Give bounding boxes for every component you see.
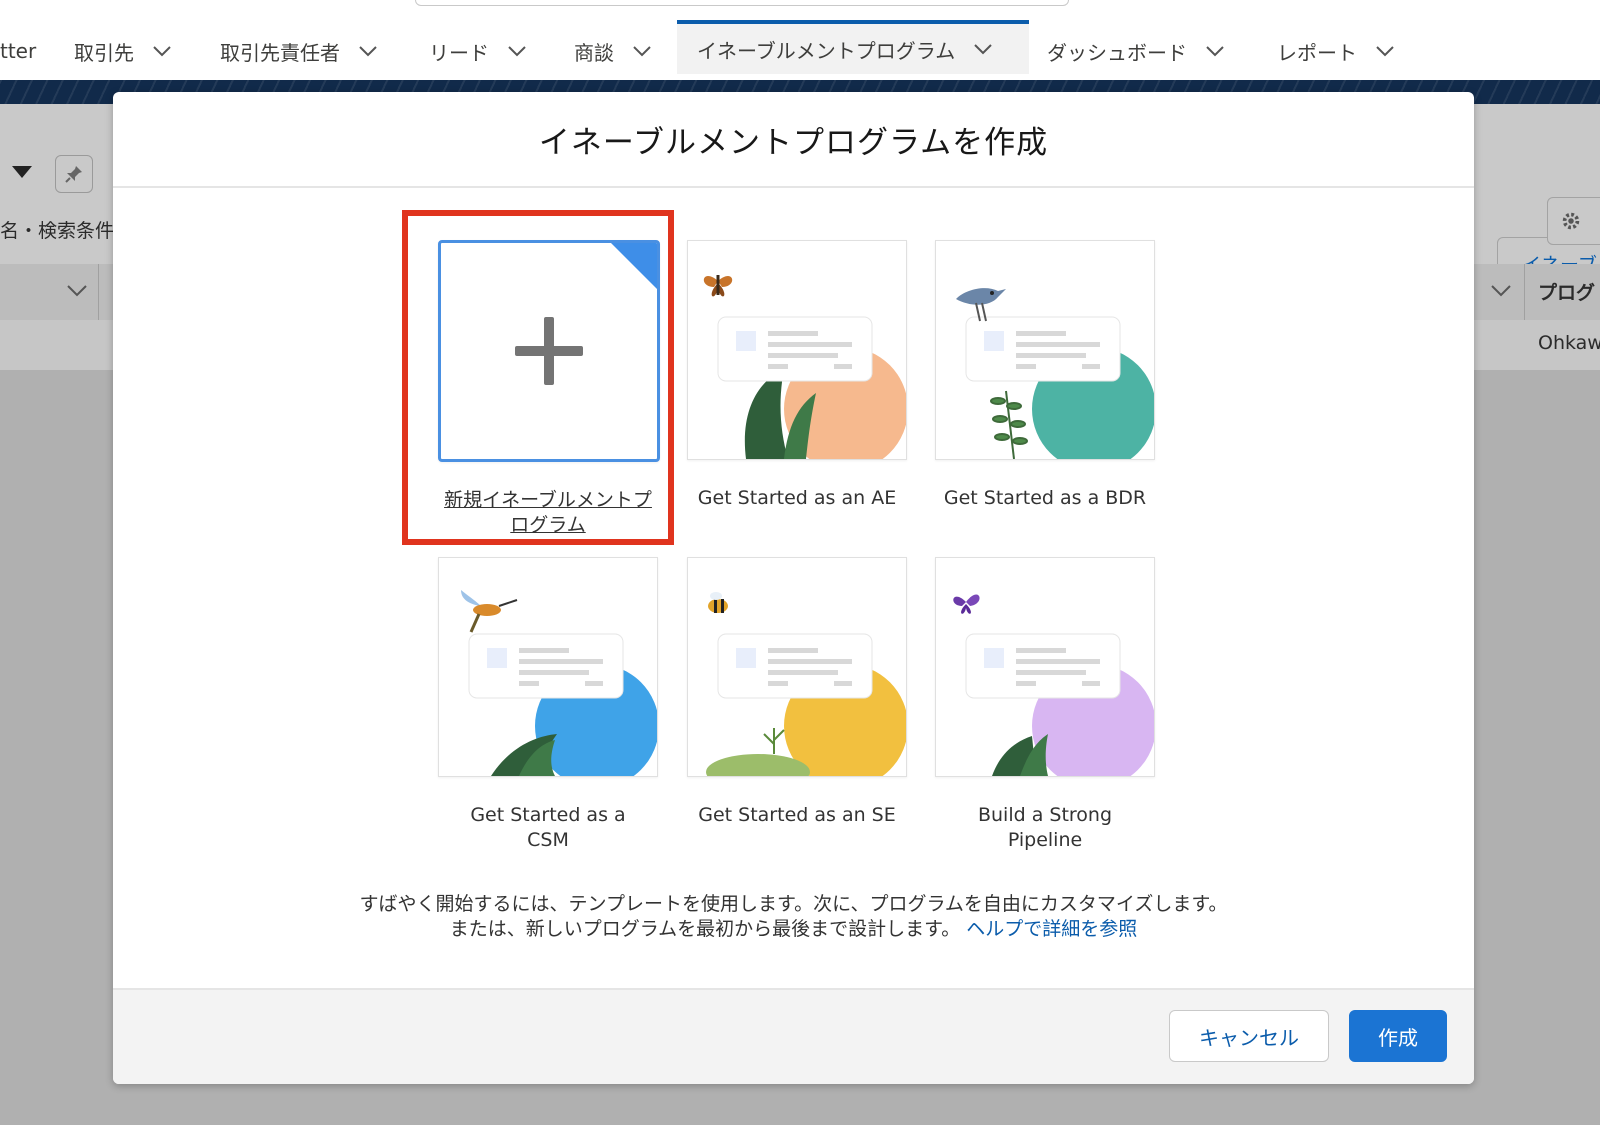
moth-illustration (703, 275, 906, 459)
tile-template-ae[interactable]: Get Started as an AE (687, 240, 907, 511)
chevron-down-icon[interactable] (152, 45, 172, 57)
list-view-hint: 名・検索条件 (0, 220, 115, 242)
create-program-modal: イネーブルメントプログラムを作成 新規イネーブルメントプログラム Get Sta… (113, 92, 1474, 1084)
tile-card[interactable] (935, 240, 1155, 460)
help-line-1: すばやく開始するには、テンプレートを使用します。次に、プログラムを自由にカスタマ… (359, 893, 1228, 915)
nav-item-label: ダッシュボード (1047, 40, 1187, 65)
help-line-2-container: または、新しいプログラムを最初から最後まで設計します。 ヘルプで詳細を参照 (113, 917, 1474, 942)
nav-item-label: 取引先 (74, 40, 134, 65)
chevron-down-icon[interactable] (507, 45, 527, 57)
tile-template-csm[interactable]: Get Started as a CSM (438, 557, 658, 853)
nav-item-label: 取引先責任者 (220, 40, 340, 65)
global-navbar: tter 取引先 取引先責任者 リード 商談 イネーブルメントプログラム ダッシ… (0, 0, 1600, 80)
close-modal-icon[interactable] (1437, 28, 1475, 66)
modal-title: イネーブルメントプログラムを作成 (538, 124, 1049, 161)
cancel-button[interactable]: キャンセル (1169, 1010, 1329, 1062)
bird-illustration (956, 288, 1154, 459)
tile-label[interactable]: Get Started as an SE (687, 803, 907, 828)
tile-label[interactable]: Build a Strong Pipeline (970, 803, 1120, 853)
tile-template-bdr[interactable]: Get Started as a BDR (935, 240, 1155, 511)
global-search-box[interactable] (415, 0, 1069, 6)
nav-item-label: イネーブルメントプログラム (697, 38, 956, 63)
bee-illustration (706, 592, 906, 776)
hummingbird-illustration (461, 590, 657, 776)
nav-item-label: レポート (1277, 40, 1357, 65)
chevron-down-icon[interactable] (66, 284, 88, 298)
tile-card[interactable] (438, 557, 658, 777)
chevron-down-icon[interactable] (358, 45, 378, 57)
nav-item-label: tter (0, 39, 37, 63)
pin-list-button[interactable] (55, 155, 93, 193)
chevron-down-icon[interactable] (632, 45, 652, 57)
help-link[interactable]: ヘルプで詳細を参照 (966, 918, 1137, 940)
nav-item-leads[interactable]: リード (429, 24, 527, 78)
modal-footer: キャンセル 作成 (113, 988, 1474, 1084)
table-cell: Ohkaw (1538, 332, 1600, 354)
nav-item-opportunities[interactable]: 商談 (574, 24, 652, 78)
selection-highlight-box (402, 210, 674, 545)
nav-item-accounts[interactable]: 取引先 (74, 24, 172, 78)
settings-button[interactable] (1547, 197, 1600, 245)
nav-item-label: 商談 (574, 40, 614, 65)
gear-icon (1562, 212, 1580, 230)
chevron-down-icon[interactable] (973, 43, 993, 55)
pin-icon (65, 166, 82, 183)
caret-down-icon[interactable] (10, 164, 34, 180)
tile-template-pipeline[interactable]: Build a Strong Pipeline (935, 557, 1155, 853)
nav-item-reports[interactable]: レポート (1277, 24, 1395, 78)
nav-item-label: リード (429, 40, 489, 65)
nav-item-dashboards[interactable]: ダッシュボード (1047, 24, 1225, 78)
nav-item-chatter[interactable]: tter (0, 24, 36, 78)
tile-label[interactable]: Get Started as a CSM (463, 803, 633, 853)
tile-label[interactable]: Get Started as a BDR (935, 486, 1155, 511)
butterfly-illustration (953, 594, 1154, 776)
nav-item-enablement-programs[interactable]: イネーブルメントプログラム (677, 20, 1029, 74)
tile-template-se[interactable]: Get Started as an SE (687, 557, 907, 828)
chevron-down-icon[interactable] (1490, 284, 1512, 298)
help-line-2: または、新しいプログラムを最初から最後まで設計します。 (449, 918, 961, 940)
modal-header: イネーブルメントプログラムを作成 (113, 92, 1474, 188)
chevron-down-icon[interactable] (1375, 45, 1395, 57)
tile-card[interactable] (687, 557, 907, 777)
nav-item-contacts[interactable]: 取引先責任者 (220, 24, 378, 78)
tile-card[interactable] (687, 240, 907, 460)
create-button[interactable]: 作成 (1349, 1010, 1447, 1062)
chevron-down-icon[interactable] (1205, 45, 1225, 57)
tile-card[interactable] (935, 557, 1155, 777)
help-text: すばやく開始するには、テンプレートを使用します。次に、プログラムを自由にカスタマ… (113, 892, 1474, 942)
tile-label[interactable]: Get Started as an AE (687, 486, 907, 511)
column-header[interactable]: プログ (1538, 278, 1595, 305)
